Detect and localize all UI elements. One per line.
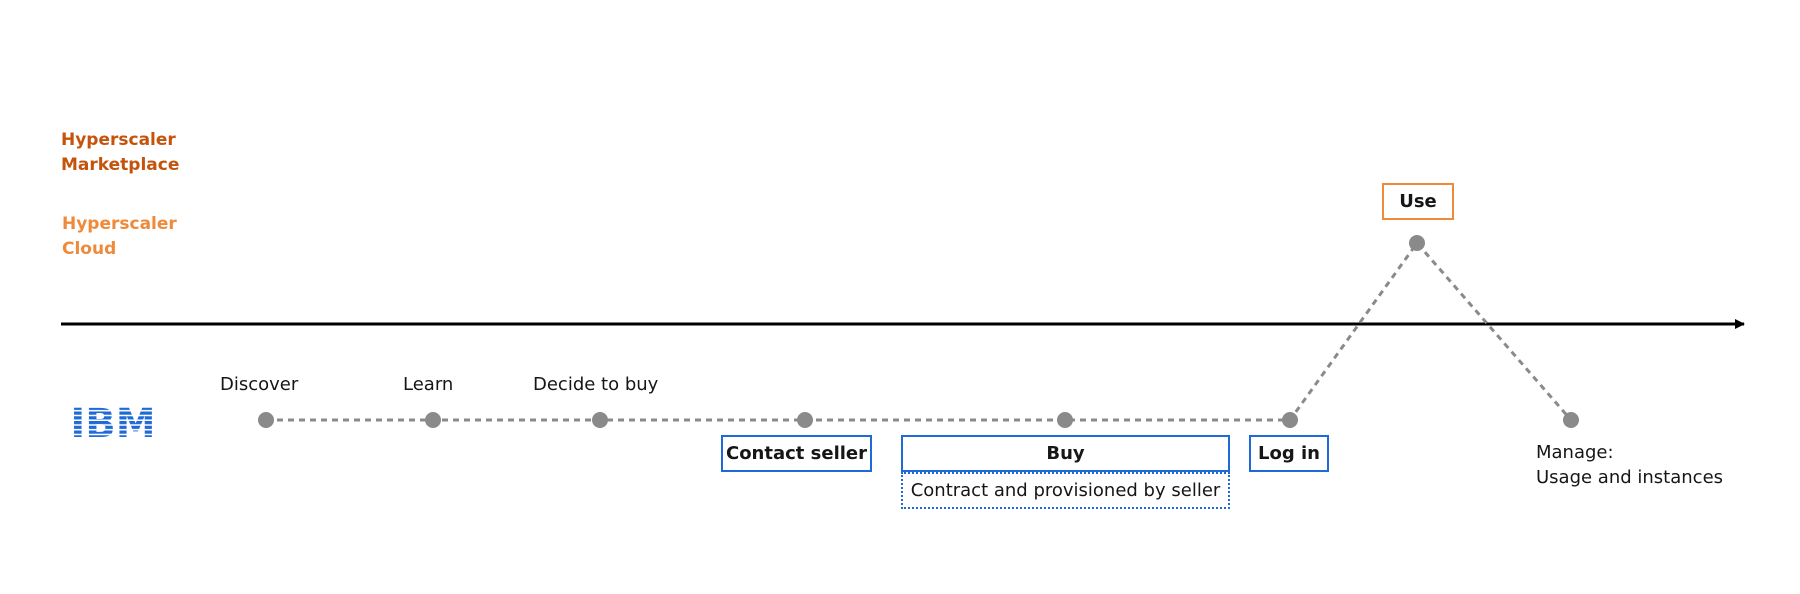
step-label-manage: Manage: Usage and instances xyxy=(1536,440,1723,490)
journey-path xyxy=(266,240,1573,422)
node-manage xyxy=(1563,412,1579,428)
step-box-log-in: Log in xyxy=(1249,435,1329,472)
step-box-buy: Buy xyxy=(901,435,1230,472)
step-label-decide-to-buy: Decide to buy xyxy=(533,374,659,395)
node-use xyxy=(1409,235,1425,251)
step-label-discover: Discover xyxy=(220,374,299,395)
journey-diagram xyxy=(61,235,1745,428)
step-label-learn: Learn xyxy=(403,374,454,395)
node-decide xyxy=(592,412,608,428)
node-discover xyxy=(258,412,274,428)
node-contact-seller xyxy=(797,412,813,428)
manage-label-line: Usage and instances xyxy=(1536,467,1724,488)
manage-label-line: Manage: xyxy=(1536,442,1614,463)
node-login xyxy=(1282,412,1298,428)
node-buy xyxy=(1057,412,1073,428)
step-box-contact-seller: Contact seller xyxy=(721,435,872,472)
step-box-use: Use xyxy=(1382,183,1454,220)
step-box-contract-provisioned: Contract and provisioned by seller xyxy=(901,472,1230,509)
node-learn xyxy=(425,412,441,428)
